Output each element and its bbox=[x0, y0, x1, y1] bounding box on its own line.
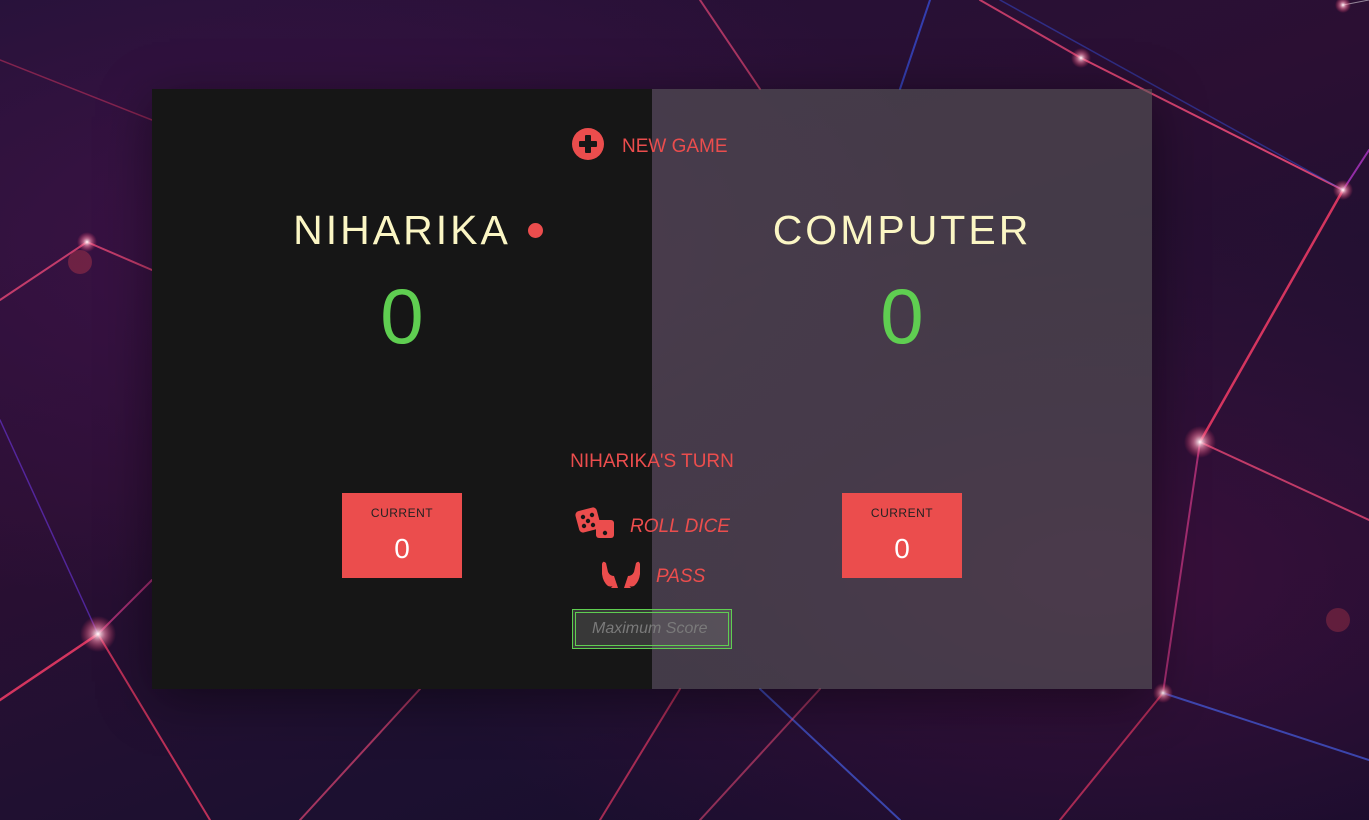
player-2-name: COMPUTER bbox=[772, 207, 1032, 253]
turn-indicator: NIHARIKA'S TURN bbox=[570, 451, 734, 472]
player-2-current-score: 0 bbox=[894, 533, 910, 564]
max-score-input[interactable] bbox=[572, 609, 732, 649]
player-1-name-row: NIHARIKA bbox=[152, 207, 652, 254]
plus-circle-icon bbox=[572, 128, 604, 166]
player-1-name: NIHARIKA bbox=[293, 207, 511, 253]
dice-icon bbox=[574, 506, 616, 548]
player-2-current-label: CURRENT bbox=[870, 506, 934, 520]
player-2-score: 0 bbox=[880, 272, 924, 360]
active-dot-icon bbox=[527, 222, 543, 238]
player-1-current-box: CURRENT 0 bbox=[342, 493, 462, 578]
player-1-current-label: CURRENT bbox=[370, 506, 434, 520]
player-1-name-wrap: NIHARIKA bbox=[293, 207, 543, 254]
player-2-name-wrap: COMPUTER bbox=[773, 207, 1032, 254]
pass-label: PASS bbox=[656, 566, 706, 587]
player-panel-1: NIHARIKA 0 CURRENT 0 bbox=[152, 89, 652, 689]
player-panel-2: COMPUTER 0 CURRENT 0 bbox=[652, 89, 1152, 689]
pass-button[interactable]: PASS bbox=[600, 561, 705, 593]
new-game-button[interactable]: NEW GAME bbox=[572, 128, 728, 166]
roll-dice-label: ROLL DICE bbox=[630, 516, 730, 537]
game-board: NIHARIKA 0 CURRENT 0 COMPUTER 0 CURRENT … bbox=[152, 89, 1152, 689]
new-game-label: NEW GAME bbox=[622, 136, 728, 157]
player-1-current-score: 0 bbox=[394, 533, 410, 564]
hands-icon bbox=[600, 558, 642, 596]
player-2-name-row: COMPUTER bbox=[652, 207, 1152, 254]
player-1-score: 0 bbox=[380, 272, 424, 360]
roll-dice-button[interactable]: ROLL DICE bbox=[574, 507, 730, 547]
player-2-current-box: CURRENT 0 bbox=[842, 493, 962, 578]
